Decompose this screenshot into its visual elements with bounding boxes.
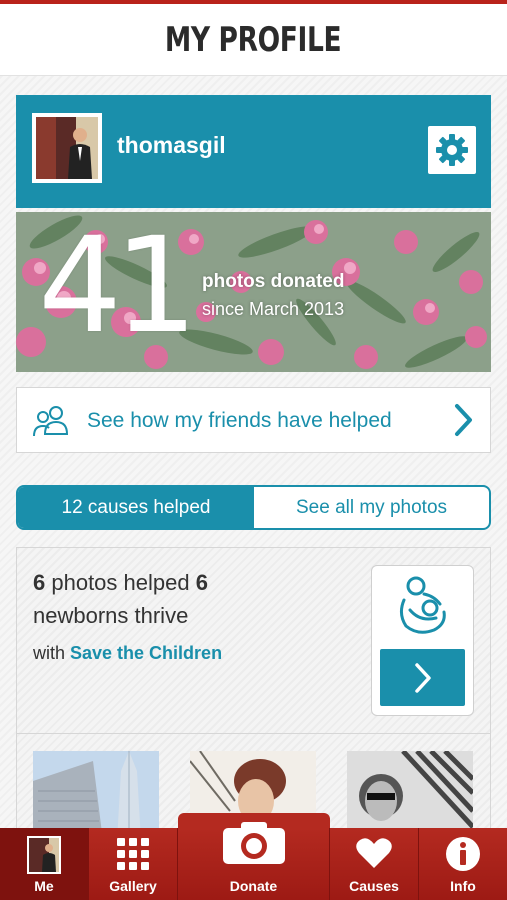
profile-segmented-control: 12 causes helped See all my photos <box>16 485 491 530</box>
tab-me[interactable]: Me <box>0 828 89 900</box>
friends-helped-label: See how my friends have helped <box>87 409 392 432</box>
donation-stats-banner: 41 photos donated since March 2013 <box>16 212 491 372</box>
cause-summary-line2: newborns thrive <box>33 603 189 628</box>
tab-causes[interactable]: Causes <box>330 828 419 900</box>
avatar[interactable] <box>32 113 102 183</box>
friends-helped-link[interactable]: See how my friends have helped <box>16 387 491 453</box>
cause-detail-box[interactable] <box>371 565 474 716</box>
camera-icon <box>222 822 285 864</box>
profile-bar: thomasgil <box>16 95 491 208</box>
grid-icon <box>117 838 149 870</box>
cause-go-button[interactable] <box>380 649 465 706</box>
with-label: with <box>33 643 71 663</box>
tab-info[interactable]: Info <box>419 828 507 900</box>
tab-causes-helped[interactable]: 12 causes helped <box>18 487 254 528</box>
photos-count: 41 <box>38 212 198 363</box>
info-icon <box>446 837 480 871</box>
tab-see-all-photos[interactable]: See all my photos <box>254 487 489 528</box>
heart-icon <box>356 838 392 868</box>
chevron-right-icon <box>414 662 431 693</box>
photos-helped-count: 6 <box>33 570 46 595</box>
tab-donate-label: Donate <box>229 878 278 894</box>
me-avatar-icon <box>27 836 61 874</box>
tab-causes-label: Causes <box>349 878 399 894</box>
gear-icon <box>436 134 468 166</box>
tab-info-label: Info <box>450 878 476 894</box>
since-date-label: since March 2013 <box>202 299 345 319</box>
photos-donated-label: photos donated <box>202 271 345 292</box>
chevron-right-icon <box>455 404 472 436</box>
photos-helped-text: photos helped <box>45 570 196 595</box>
page-title: MY PROFILE <box>165 19 342 60</box>
tab-me-label: Me <box>34 878 54 894</box>
tab-gallery[interactable]: Gallery <box>89 828 178 900</box>
tab-gallery-label: Gallery <box>109 878 157 894</box>
header: MY PROFILE <box>0 4 507 76</box>
cause-card: 6 photos helped 6 newborns thrive with S… <box>16 547 491 841</box>
organization-link[interactable]: Save the Children <box>70 643 222 663</box>
mother-baby-icon <box>399 576 446 634</box>
settings-button[interactable] <box>428 126 476 174</box>
card-divider <box>17 733 490 734</box>
bottom-tab-bar: Me Gallery Donate Causes Info <box>0 822 507 900</box>
cause-org-line: with Save the Children <box>33 643 222 664</box>
tab-donate[interactable]: Donate <box>178 822 330 900</box>
newborns-count: 6 <box>195 570 208 595</box>
friends-icon <box>33 406 69 437</box>
avatar-image <box>36 117 98 179</box>
cause-summary-line1: 6 photos helped 6 <box>33 570 208 596</box>
username: thomasgil <box>117 132 226 158</box>
